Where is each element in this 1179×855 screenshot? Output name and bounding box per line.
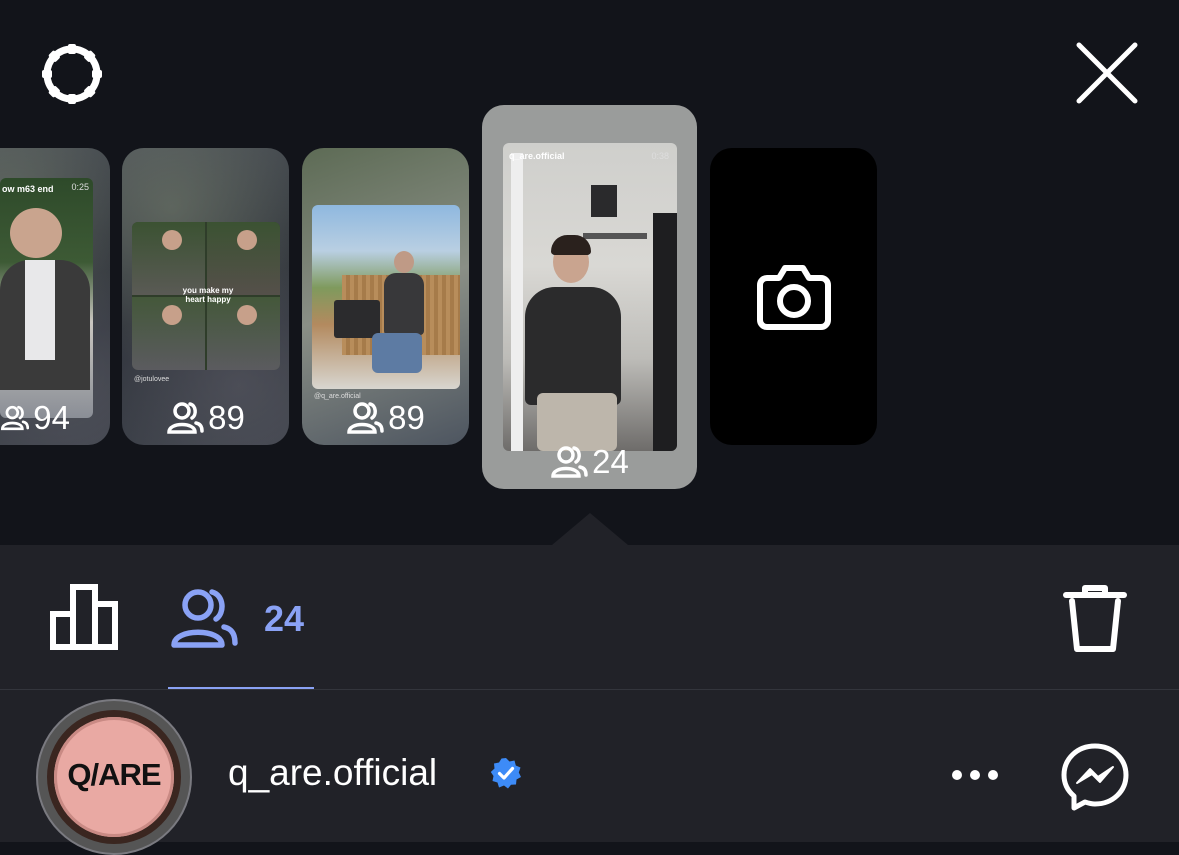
- story-preview-image: ow m63 end 0:25: [0, 178, 93, 418]
- more-options-icon[interactable]: [948, 762, 1002, 788]
- viewers-icon: [551, 446, 588, 478]
- viewer-count: 89: [122, 399, 289, 437]
- selection-pointer: [552, 513, 628, 545]
- story-thumbnail[interactable]: you make my heart happy @jotulovee 89: [122, 148, 289, 445]
- viewer-count-value: 94: [33, 399, 70, 436]
- story-thumbnail[interactable]: ow m63 end 0:25 94: [0, 148, 110, 445]
- verified-badge-icon: [490, 758, 521, 789]
- username[interactable]: q_are.official: [228, 752, 437, 794]
- viewers-tab-icon[interactable]: [170, 588, 238, 650]
- insights-icon[interactable]: [50, 584, 118, 650]
- avatar[interactable]: Q/ARE: [36, 699, 192, 855]
- story-duration: 0:38: [651, 151, 669, 161]
- story-caption: ow m63 end: [2, 184, 54, 194]
- viewer-count-value: 24: [592, 443, 629, 480]
- story-preview-image: q_are.official 0:38: [503, 143, 677, 451]
- viewer-count: 89: [302, 399, 469, 437]
- gear-icon[interactable]: [38, 40, 106, 108]
- viewers-icon: [0, 405, 30, 431]
- story-caption: q_are.official: [509, 151, 565, 161]
- viewer-count: 24: [482, 443, 697, 481]
- story-handle: @jotulovee: [134, 376, 170, 383]
- camera-icon: [757, 265, 831, 330]
- story-thumbnail[interactable]: @q_are.official 89: [302, 148, 469, 445]
- viewer-count-value: 89: [208, 399, 245, 436]
- viewers-icon: [167, 402, 204, 434]
- story-duration: 0:25: [71, 182, 89, 192]
- story-thumbnail-selected[interactable]: q_are.official 0:38 24: [482, 105, 697, 489]
- add-story-button[interactable]: [710, 148, 877, 445]
- story-preview-image: [312, 205, 460, 389]
- trash-icon[interactable]: [1063, 585, 1127, 653]
- viewer-count: 94: [0, 399, 70, 437]
- story-preview-image: you make my heart happy: [132, 222, 280, 370]
- viewers-tab-count[interactable]: 24: [264, 598, 304, 640]
- viewer-count-value: 89: [388, 399, 425, 436]
- story-caption: you make my heart happy: [182, 286, 234, 304]
- viewers-icon: [347, 402, 384, 434]
- messenger-icon[interactable]: [1060, 742, 1130, 812]
- close-icon[interactable]: [1074, 40, 1140, 106]
- avatar-logo-text: Q/ARE: [67, 757, 161, 792]
